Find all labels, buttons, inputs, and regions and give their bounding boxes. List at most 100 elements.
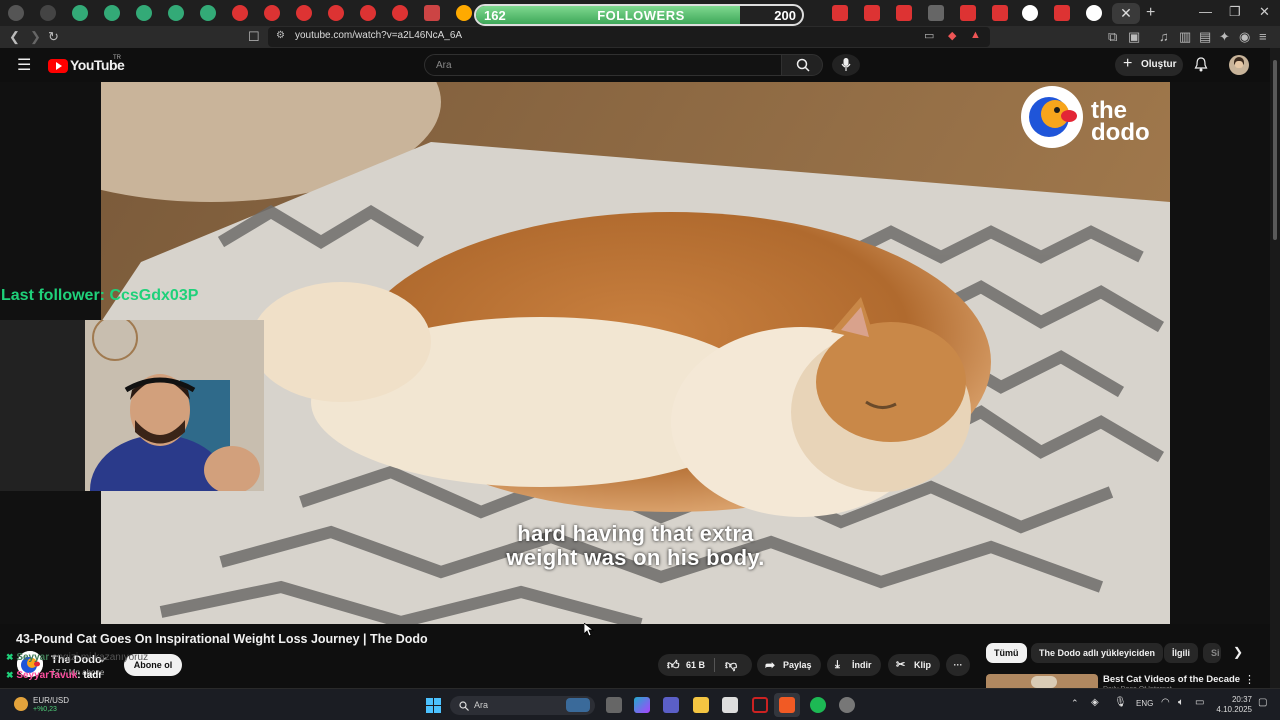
brave-browser-icon[interactable] [779,697,795,713]
clip-label: Klip [914,660,931,670]
hamburger-menu-icon[interactable]: ☰ [17,55,31,75]
clip-button[interactable]: ✂ Klip [888,654,940,676]
notification-center-icon[interactable]: ▢ [1258,697,1267,708]
webcam-overlay [0,320,264,491]
tab-favicon-icon[interactable] [40,5,56,21]
tray-expand-icon[interactable]: ⌃ [1071,698,1079,709]
reload-icon[interactable]: ↻ [48,29,59,45]
chips-next-icon[interactable]: ❯ [1233,645,1243,659]
tab-favicon-icon[interactable] [136,5,152,21]
youtube-tab-icon[interactable] [960,5,976,21]
chip-truncated[interactable]: Si [1203,643,1221,663]
youtube-tab-icon[interactable] [296,5,312,21]
file-explorer-icon[interactable] [693,697,709,713]
notifications-bell-icon[interactable] [1194,57,1208,73]
taskbar-search-input[interactable]: Ara [450,696,595,715]
url-field[interactable]: ⚙ youtube.com/watch?v=a2L46NcA_6A ▭ ◆ ▲ [268,27,990,47]
wifi-icon[interactable]: ◠ [1161,697,1170,708]
avatar[interactable] [1229,55,1249,75]
bookmark-icon[interactable]: ☐ [248,29,260,45]
restore-icon[interactable]: ❐ [1229,4,1241,20]
youtube-tab-icon[interactable] [232,5,248,21]
youtube-tab-icon[interactable] [328,5,344,21]
app-icon[interactable] [839,697,855,713]
youtube-tab-icon[interactable] [896,5,912,21]
like-dislike-group: 👍︎ 61 B 👎︎ [658,654,752,676]
tray-app-icon[interactable]: ◈ [1091,697,1099,708]
gmail-tab-icon[interactable] [424,5,440,21]
download-icon: ⤓ [835,659,840,671]
tab-favicon-icon[interactable] [928,5,944,21]
spotify-icon[interactable] [810,697,826,713]
tab-favicon-icon[interactable] [104,5,120,21]
tab-favicon-icon[interactable] [72,5,88,21]
site-info-icon[interactable]: ⚙ [276,30,285,41]
menu-icon[interactable]: ≡ [1259,29,1267,44]
create-button[interactable]: + Oluştur [1115,54,1183,76]
google-tab-icon[interactable] [1022,5,1038,21]
chip-from-uploader[interactable]: The Dodo adlı yükleyiciden [1031,643,1164,663]
screenshot-icon[interactable]: ▣ [1128,29,1140,45]
tab-favicon-icon[interactable] [456,5,472,21]
youtube-header: ☰ YouTube TR Ara + Oluştur [0,48,1280,82]
search-input[interactable]: Ara [424,54,784,76]
youtube-tab-icon[interactable] [1054,5,1070,21]
youtube-tab-icon[interactable] [360,5,376,21]
store-icon[interactable] [722,697,738,713]
search-icon [796,58,810,72]
scrollbar-thumb[interactable] [1273,60,1277,240]
wallet-icon[interactable]: ▤ [1199,29,1211,45]
back-icon[interactable]: ❮ [9,29,20,45]
currency-ticker-icon[interactable] [14,697,28,711]
cast-icon[interactable]: ▭ [924,29,934,42]
chip-related[interactable]: İlgili [1164,643,1198,663]
shield-icon[interactable]: ◆ [948,29,956,42]
browser-menu-icon[interactable] [8,5,24,21]
share-button[interactable]: ➦ Paylaş [757,654,821,676]
voice-search-button[interactable] [832,54,860,76]
download-label: İndir [852,660,872,670]
microphone-icon[interactable]: 🎙︎ [1114,697,1127,708]
new-tab-button[interactable]: + [1146,4,1155,22]
youtube-tab-icon[interactable] [264,5,280,21]
ticker-name[interactable]: EUR/USD [33,696,69,705]
playlist-icon[interactable]: ♫ [1159,29,1169,44]
search-button[interactable] [781,54,823,76]
task-view-icon[interactable] [606,697,622,713]
tab-favicon-icon[interactable] [168,5,184,21]
google-tab-icon[interactable] [1086,5,1102,21]
dislike-button[interactable]: 👎︎ [725,654,737,676]
rewards-icon[interactable]: ▲ [970,29,981,41]
recommendation-menu-icon[interactable]: ⋮ [1244,673,1255,686]
recommendation-title[interactable]: Best Cat Videos of the Decade [1103,674,1240,685]
youtube-tab-icon[interactable] [392,5,408,21]
language-indicator[interactable]: ENG [1136,699,1153,708]
extensions-icon[interactable]: ⧉ [1108,29,1117,45]
like-button[interactable]: 👍︎ [667,654,680,676]
more-actions-button[interactable]: ··· [946,654,970,676]
youtube-tab-icon[interactable] [832,5,848,21]
teams-icon[interactable] [663,697,679,713]
copilot-icon[interactable] [634,697,650,713]
app-icon[interactable] [752,697,768,713]
recommendation-thumbnail[interactable] [986,674,1098,688]
page-scrollbar[interactable] [1270,48,1280,688]
clock-date: 4.10.2025 [1216,705,1252,714]
battery-icon[interactable]: ▭ [1195,697,1204,708]
youtube-tab-icon[interactable] [992,5,1008,21]
chip-all[interactable]: Tümü [986,643,1027,663]
minimize-icon[interactable]: — [1199,4,1212,19]
ai-icon[interactable]: ✦ [1219,29,1230,45]
vpn-icon[interactable]: ◉ [1239,29,1250,45]
download-button[interactable]: ⤓ İndir [827,654,881,676]
ticker-change: +%0,23 [33,706,57,713]
active-tab-close-button[interactable]: ✕ [1112,3,1140,24]
tab-favicon-icon[interactable] [200,5,216,21]
sidebar-icon[interactable]: ▥ [1179,29,1191,45]
windows-start-icon[interactable] [426,698,441,713]
taskbar-clock[interactable]: 20:37 4.10.2025 [1210,695,1252,715]
close-window-icon[interactable]: ✕ [1259,4,1270,20]
forward-icon[interactable]: ❯ [30,29,41,45]
youtube-tab-icon[interactable] [864,5,880,21]
volume-icon[interactable]: 🔈︎ [1178,697,1184,708]
